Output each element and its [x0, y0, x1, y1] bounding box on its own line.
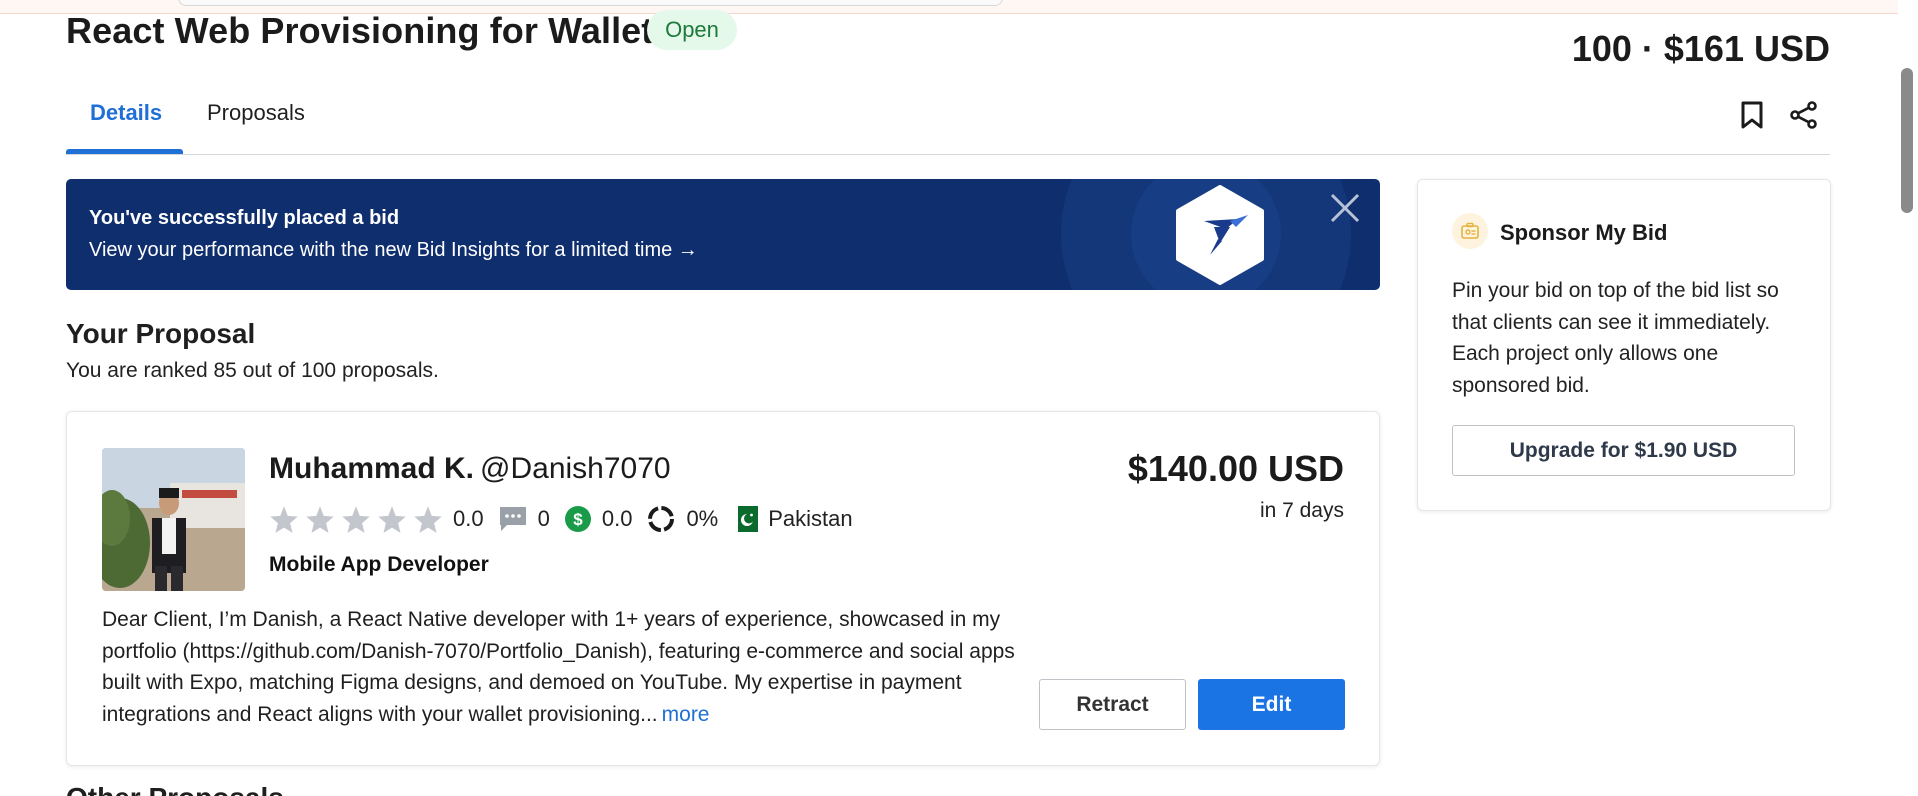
rank-text: You are ranked 85 out of 100 proposals. [66, 359, 439, 382]
completion-stat: 0% [646, 504, 718, 534]
more-link[interactable]: more [662, 703, 710, 726]
bid-summary: 100 · $161 USD [1572, 28, 1830, 70]
share-button[interactable] [1784, 95, 1824, 135]
pakistan-flag-icon [732, 506, 759, 532]
bookmark-icon [1741, 101, 1763, 129]
upgrade-button[interactable]: Upgrade for $1.90 USD [1452, 425, 1795, 476]
reviews-stat: 0 [498, 505, 550, 533]
banner-title: You've successfully placed a bid [89, 207, 400, 229]
freelancer-role: Mobile App Developer [269, 553, 489, 576]
completion-ring-icon [648, 506, 675, 532]
freelancer-handle: @Danish7070 [480, 452, 671, 485]
bid-delivery-time: in 7 days [1259, 499, 1344, 522]
star-icon [342, 505, 370, 533]
proposal-description: Dear Client, I’m Danish, a React Native … [102, 604, 1022, 730]
other-proposals-heading: Other Proposals [66, 782, 284, 796]
proposal-body: Dear Client, I’m Danish, a React Native … [102, 608, 1015, 726]
star-icon [270, 505, 298, 533]
project-tabs: Details Proposals [66, 88, 1830, 155]
bid-insights-banner: You've successfully placed a bid View yo… [66, 179, 1380, 290]
your-proposal-heading: Your Proposal [66, 318, 256, 349]
status-badge: Open [647, 10, 737, 50]
earnings-score: 0.0 [601, 506, 633, 531]
rating-value: 0.0 [453, 506, 484, 532]
earnings-stat: $ 0.0 [564, 505, 633, 533]
project-title: React Web Provisioning for Wallets [66, 10, 674, 51]
country-name: Pakistan [768, 506, 853, 531]
sponsor-badge [1452, 213, 1488, 249]
completion-rate: 0% [686, 506, 719, 531]
sponsor-badge-icon [1461, 222, 1479, 239]
average-bid: $161 USD [1663, 28, 1830, 69]
star-icon [378, 505, 406, 533]
edit-button[interactable]: Edit [1198, 679, 1345, 730]
bookmark-button[interactable] [1732, 95, 1772, 135]
share-icon [1790, 101, 1817, 129]
top-search-pill [178, 0, 1003, 6]
dollar-icon: $ [564, 506, 591, 532]
reviews-count: 0 [537, 506, 550, 531]
sponsor-title: Sponsor My Bid [1500, 220, 1668, 245]
star-icon [306, 505, 334, 533]
rating-text: 0.0 [453, 506, 484, 531]
freelancer-name[interactable]: Muhammad K. @Danish7070 [269, 452, 671, 486]
avatar-photo [102, 448, 245, 591]
bid-count: 100 [1571, 28, 1632, 69]
star-rating [269, 505, 443, 534]
country-stat: Pakistan [732, 506, 853, 532]
freelancer-display-name: Muhammad K. [269, 452, 475, 485]
svg-text:$: $ [573, 510, 583, 529]
chat-icon [499, 507, 526, 531]
tab-proposals[interactable]: Proposals [183, 100, 329, 154]
retract-button[interactable]: Retract [1039, 679, 1186, 730]
separator-dot: · [1641, 28, 1654, 69]
freelancer-logo-icon [1176, 185, 1264, 285]
avatar[interactable] [102, 448, 245, 591]
sponsor-description: Pin your bid on top of the bid list so t… [1452, 279, 1779, 397]
close-icon[interactable] [1328, 191, 1362, 225]
scrollbar-thumb[interactable] [1901, 68, 1913, 213]
bid-insights-link[interactable]: View your performance with the new Bid I… [89, 239, 698, 262]
tab-details[interactable]: Details [66, 100, 183, 154]
freelancer-stats: 0.0 0 $ 0.0 0% Pakistan [269, 502, 867, 536]
bid-amount: $140.00 USD [1127, 448, 1344, 489]
star-icon [414, 505, 442, 533]
